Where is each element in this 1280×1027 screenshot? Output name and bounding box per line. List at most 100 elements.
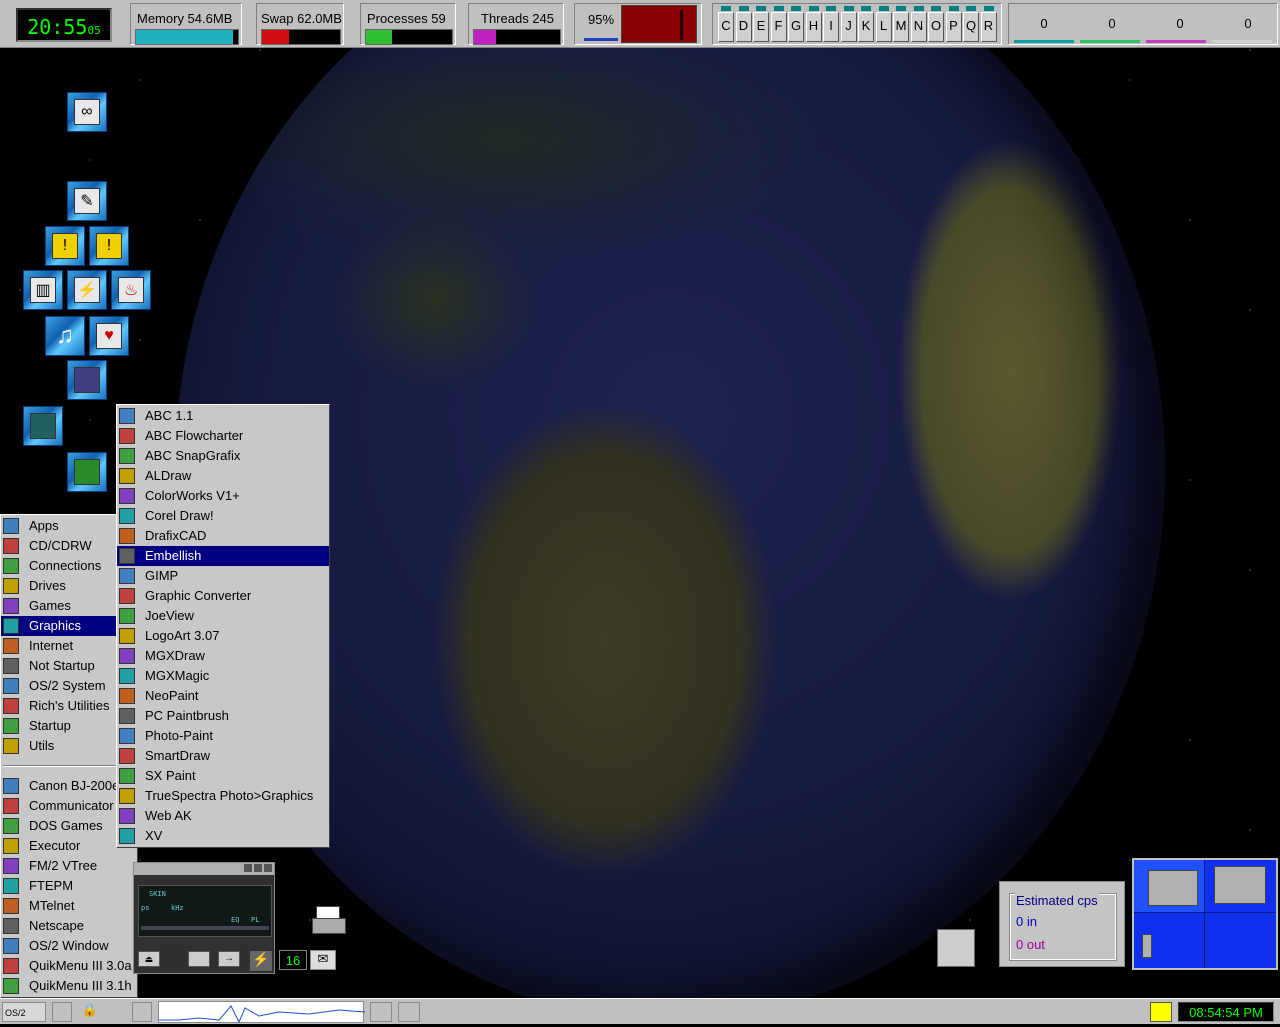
apps-menu-item[interactable]: Startup [1, 716, 117, 736]
graphics-menu-item[interactable]: GIMP [117, 566, 329, 586]
apps-menu-item[interactable]: QuikMenu III 3.0a [1, 956, 137, 976]
windows-icon[interactable] [52, 1002, 72, 1022]
drive-button-h[interactable]: H [805, 6, 822, 42]
drive-button-f[interactable]: F [770, 6, 787, 42]
shredder-icon[interactable] [937, 929, 975, 967]
drive-button-i[interactable]: I [823, 6, 839, 42]
desktop-icon-cabinet[interactable]: ▥ [23, 270, 63, 310]
apps-menu-item[interactable]: FM/2 VTree [1, 856, 137, 876]
drive-button-j[interactable]: J [840, 6, 857, 42]
desktop-icon-cards[interactable]: ♥ [89, 316, 129, 356]
desktop-icon-warning-2[interactable]: ! [89, 226, 129, 266]
graphics-menu-item[interactable]: MGXDraw [117, 646, 329, 666]
graphics-menu-item[interactable]: ColorWorks V1+ [117, 486, 329, 506]
mail-icon[interactable]: ✉ [310, 950, 336, 970]
desktop-icon-monitor[interactable] [67, 360, 107, 400]
taskbar-button[interactable] [370, 1002, 392, 1022]
desktop-icon-infinity[interactable]: ∞ [67, 92, 107, 132]
cpu-mini-bar [584, 38, 618, 41]
apps-menu-item[interactable]: Utils [1, 736, 117, 756]
graphics-menu-item[interactable]: TrueSpectra Photo>Graphics [117, 786, 329, 806]
processes-monitor[interactable]: Processes 59 [360, 3, 456, 45]
graphics-menu-item[interactable]: Corel Draw! [117, 506, 329, 526]
apps-menu-item[interactable]: Connections [1, 556, 117, 576]
apps-menu-item[interactable]: Apps [1, 516, 117, 536]
apps-menu-item[interactable]: QuikMenu III 3.1h [1, 976, 137, 996]
graphics-menu-item[interactable]: ABC Flowcharter [117, 426, 329, 446]
drive-button-n[interactable]: N [910, 6, 927, 42]
apps-menu-item[interactable]: Drives [1, 576, 117, 596]
apps-menu-item[interactable]: FTEPM [1, 876, 137, 896]
graphics-menu-item[interactable]: MGXMagic [117, 666, 329, 686]
player-seek-bar[interactable] [141, 926, 269, 930]
graphics-menu-item[interactable]: SmartDraw [117, 746, 329, 766]
player-titlebar[interactable] [134, 863, 274, 875]
graphics-menu-item[interactable]: JoeView [117, 606, 329, 626]
desktop-icon-connect[interactable]: ⚡ [67, 270, 107, 310]
player-pl-toggle[interactable]: PL [251, 916, 259, 924]
graphics-menu-item[interactable]: ABC 1.1 [117, 406, 329, 426]
drive-button-g[interactable]: G [788, 6, 804, 42]
desktop-icon-balloon[interactable]: ♨ [111, 270, 151, 310]
drive-button-e[interactable]: E [753, 6, 769, 42]
shredder-taskbar-icon[interactable] [132, 1002, 152, 1022]
pager-window [1148, 870, 1198, 906]
apps-menu-item[interactable]: Games [1, 596, 117, 616]
maximize-icon[interactable] [254, 864, 262, 872]
os2-logo-button[interactable]: OS/2 [2, 1002, 46, 1022]
graphics-menu-item[interactable]: DrafixCAD [117, 526, 329, 546]
next-button[interactable]: → [218, 951, 240, 967]
graphics-menu-item[interactable]: Web AK [117, 806, 329, 826]
virtual-desktop-pager[interactable] [1132, 858, 1278, 970]
graphics-menu-item[interactable]: LogoArt 3.07 [117, 626, 329, 646]
desktop-icon-chart[interactable] [23, 406, 63, 446]
drive-button-c[interactable]: C [718, 6, 734, 42]
apps-menu-item[interactable]: OS/2 System [1, 676, 117, 696]
apps-menu-item[interactable]: OS/2 Window [1, 936, 137, 956]
graphics-menu-item[interactable]: ABC SnapGrafix [117, 446, 329, 466]
desktop-icon-warning-1[interactable]: ! [45, 226, 85, 266]
graphics-menu-item[interactable]: Photo-Paint [117, 726, 329, 746]
desktop-icon-tree[interactable] [67, 452, 107, 492]
eject-button[interactable]: ⏏ [138, 951, 160, 967]
close-icon[interactable] [264, 864, 272, 872]
graphics-menu-item[interactable]: Graphic Converter [117, 586, 329, 606]
apps-menu-item[interactable]: Netscape [1, 916, 137, 936]
info-icon[interactable] [1150, 1002, 1172, 1022]
taskbar-button[interactable] [398, 1002, 420, 1022]
drive-button-k[interactable]: K [858, 6, 874, 42]
player-button[interactable] [188, 951, 210, 967]
graphics-menu-item[interactable]: Embellish [117, 546, 329, 566]
desktop-icon-music[interactable]: ♫ [45, 316, 85, 356]
apps-menu-item[interactable]: Not Startup [1, 656, 117, 676]
graphics-menu-item[interactable]: NeoPaint [117, 686, 329, 706]
drive-button-o[interactable]: O [928, 6, 944, 42]
graphics-menu-item[interactable]: SX Paint [117, 766, 329, 786]
search-icon[interactable] [106, 1002, 126, 1022]
minimize-icon[interactable] [244, 864, 252, 872]
apps-menu-item[interactable]: CD/CDRW [1, 536, 117, 556]
apps-menu-item[interactable]: Internet [1, 636, 117, 656]
printer-icon[interactable] [310, 902, 348, 940]
desktop-icon-pencil[interactable]: ✎ [67, 181, 107, 221]
graphics-menu-item[interactable]: ALDraw [117, 466, 329, 486]
drive-button-d[interactable]: D [735, 6, 752, 42]
drive-button-r[interactable]: R [980, 6, 997, 42]
drive-button-l[interactable]: L [875, 6, 892, 42]
swap-monitor[interactable]: Swap 62.0MB [256, 3, 344, 45]
graphics-menu-item-label: MGXDraw [145, 648, 205, 663]
player-eq-toggle[interactable]: EQ [231, 916, 239, 924]
drive-button-m[interactable]: M [893, 6, 909, 42]
apps-menu-item[interactable]: Rich's Utilities [1, 696, 117, 716]
graphics-menu-item[interactable]: PC Paintbrush [117, 706, 329, 726]
threads-monitor[interactable]: Threads 245 [468, 3, 564, 45]
graphics-menu-item[interactable]: XV [117, 826, 329, 846]
apps-menu-item[interactable]: MTelnet [1, 896, 137, 916]
app-icon [3, 538, 19, 554]
apps-menu-item[interactable]: Graphics [1, 616, 117, 636]
lightning-icon[interactable]: ⚡ [250, 951, 272, 971]
drive-button-p[interactable]: P [945, 6, 962, 42]
memory-monitor[interactable]: Memory 54.6MB [130, 3, 242, 45]
drive-button-q[interactable]: Q [963, 6, 979, 42]
lock-icon[interactable]: 🔒 [80, 1002, 100, 1022]
